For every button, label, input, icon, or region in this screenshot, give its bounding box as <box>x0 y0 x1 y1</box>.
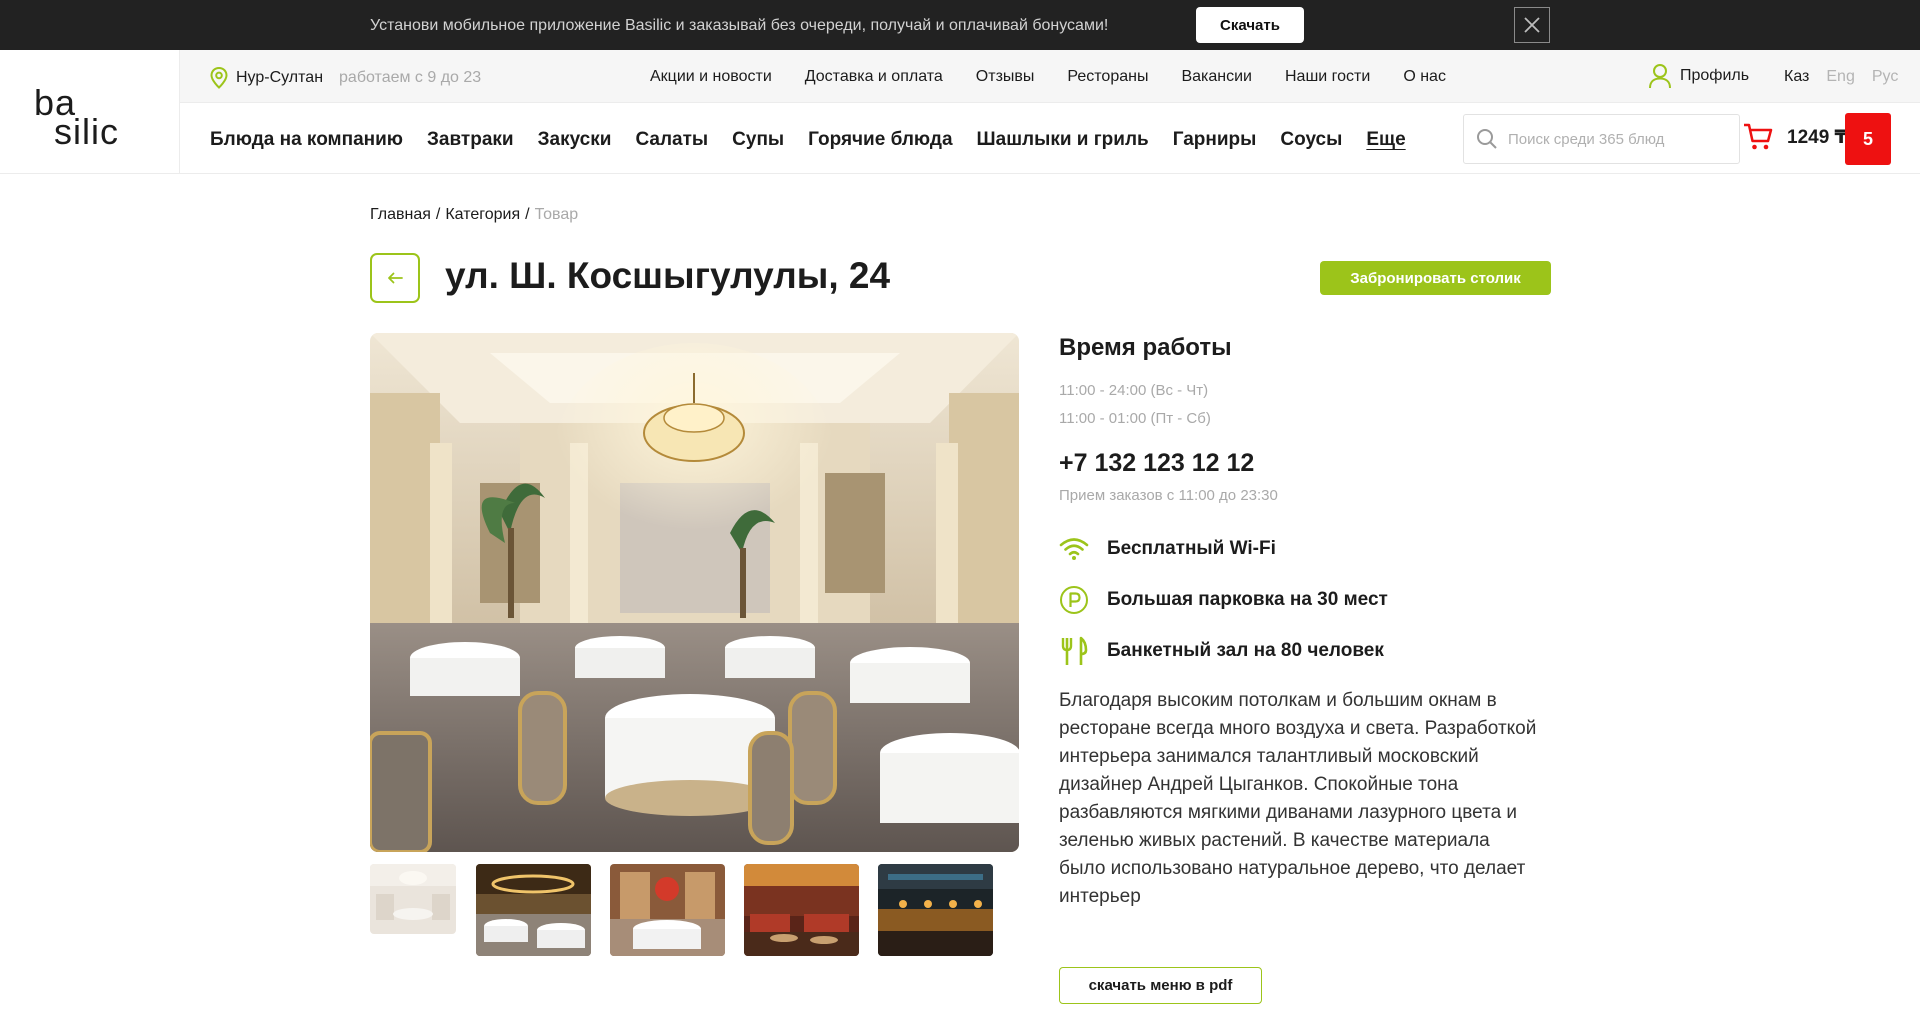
search-box[interactable] <box>1463 114 1740 164</box>
category-grill[interactable]: Шашлыки и гриль <box>977 129 1149 151</box>
nav-vacancies[interactable]: Вакансии <box>1181 68 1252 86</box>
parking-icon <box>1060 586 1088 614</box>
close-promo-button[interactable] <box>1514 7 1550 43</box>
thumbnail-image <box>610 864 725 956</box>
thumbnail-image <box>370 864 456 934</box>
cart-icon <box>1744 123 1773 150</box>
thumbnail-image <box>878 864 993 956</box>
nav-promotions[interactable]: Акции и новости <box>650 68 772 86</box>
feature-banquet-label: Банкетный зал на 80 человек <box>1107 640 1384 661</box>
lang-eng[interactable]: Eng <box>1826 68 1854 86</box>
city-selector[interactable]: Нур-Султан работаем с 9 до 23 <box>210 67 481 89</box>
breadcrumb-separator: / <box>525 206 530 223</box>
lang-rus[interactable]: Рус <box>1872 68 1899 86</box>
lang-kaz[interactable]: Каз <box>1784 68 1809 86</box>
thumbnail-5[interactable] <box>878 864 993 956</box>
breadcrumb-separator: / <box>435 206 441 223</box>
restaurant-interior-image <box>370 333 1019 852</box>
category-breakfast[interactable]: Завтраки <box>427 129 514 151</box>
fork-knife-icon <box>1061 636 1088 665</box>
location-pin-icon <box>210 67 228 89</box>
thumbnail-2[interactable] <box>476 864 591 956</box>
category-sauces[interactable]: Соусы <box>1280 129 1342 151</box>
search-input[interactable] <box>1508 130 1728 148</box>
category-bar: Блюда на компанию Завтраки Закуски Салат… <box>180 103 1920 174</box>
nav-restaurants[interactable]: Рестораны <box>1067 68 1148 86</box>
nav-reviews[interactable]: Отзывы <box>976 68 1035 86</box>
nav-guests[interactable]: Наши гости <box>1285 68 1370 86</box>
nav-delivery[interactable]: Доставка и оплата <box>805 68 943 86</box>
category-soups[interactable]: Супы <box>732 129 784 151</box>
restaurant-description: Благодаря высоким потолкам и большим окн… <box>1059 690 1537 907</box>
category-salads[interactable]: Салаты <box>635 129 708 151</box>
photo-thumbnails <box>370 864 1020 956</box>
category-more[interactable]: Еще <box>1366 129 1405 151</box>
nav-about[interactable]: О нас <box>1403 68 1446 86</box>
breadcrumb-category[interactable]: Категория <box>445 206 520 224</box>
category-group-dishes[interactable]: Блюда на компанию <box>210 129 403 151</box>
page-title: ул. Ш. Косшыгулулы, 24 <box>445 255 891 296</box>
phone-note: Прием заказов с 11:00 до 23:30 <box>1059 487 1278 504</box>
feature-parking: Большая парковка на 30 мест <box>1059 585 1388 615</box>
cart-sum: 1249 ₸ <box>1787 126 1848 148</box>
back-button[interactable] <box>370 253 420 303</box>
city-name: Нур-Султан <box>236 69 324 86</box>
thumbnail-4[interactable] <box>744 864 859 956</box>
profile-label: Профиль <box>1680 67 1750 84</box>
profile-link[interactable]: Профиль <box>1648 63 1749 89</box>
download-app-button[interactable]: Скачать <box>1196 7 1304 43</box>
feature-banquet: Банкетный зал на 80 человек <box>1059 636 1384 666</box>
download-menu-pdf-button[interactable]: скачать меню в pdf <box>1059 967 1262 1004</box>
arrow-left-icon <box>388 272 403 284</box>
category-nav: Блюда на компанию Завтраки Закуски Салат… <box>210 129 1430 151</box>
wifi-icon <box>1059 538 1089 560</box>
feature-wifi-label: Бесплатный Wi-Fi <box>1107 538 1276 559</box>
phone-number[interactable]: +7 132 123 12 12 <box>1059 449 1254 478</box>
promo-text: Установи мобильное приложение Basilic и … <box>370 17 1109 34</box>
thumbnail-3[interactable] <box>610 864 725 956</box>
working-hours: работаем с 9 до 23 <box>339 69 482 86</box>
logo-container: ba silic <box>0 50 180 174</box>
feature-wifi: Бесплатный Wi-Fi <box>1059 534 1276 564</box>
promo-banner: Установи мобильное приложение Basilic и … <box>0 0 1920 50</box>
breadcrumb-home[interactable]: Главная <box>370 206 431 224</box>
top-bar: Нур-Султан работаем с 9 до 23 Акции и но… <box>180 50 1920 103</box>
logo[interactable]: ba silic <box>34 85 119 150</box>
hours-weekend: 11:00 - 01:00 (Пт - Сб) <box>1059 410 1211 427</box>
language-switcher: Каз Eng Рус <box>1784 68 1915 86</box>
thumbnail-image <box>744 864 859 956</box>
top-nav: Акции и новости Доставка и оплата Отзывы… <box>650 68 1479 86</box>
feature-parking-label: Большая парковка на 30 мест <box>1107 589 1388 610</box>
search-icon <box>1477 129 1497 149</box>
book-table-button[interactable]: Забронировать столик <box>1320 261 1551 295</box>
breadcrumb-current: Товар <box>534 206 579 223</box>
cart-count-badge[interactable]: 5 <box>1845 113 1891 165</box>
thumbnail-1[interactable] <box>370 864 456 934</box>
category-hot-dishes[interactable]: Горячие блюда <box>808 129 952 151</box>
hours-weekdays: 11:00 - 24:00 (Вс - Чт) <box>1059 382 1209 399</box>
user-icon <box>1649 64 1671 89</box>
breadcrumb: Главная / Категория / Товар <box>370 206 578 224</box>
thumbnail-image <box>476 864 591 956</box>
hours-title: Время работы <box>1059 334 1232 361</box>
category-sides[interactable]: Гарниры <box>1173 129 1257 151</box>
close-icon <box>1524 17 1540 33</box>
category-snacks[interactable]: Закуски <box>538 129 612 151</box>
restaurant-main-photo[interactable] <box>370 333 1019 852</box>
cart-button[interactable]: 1249 ₸ <box>1743 123 1848 151</box>
